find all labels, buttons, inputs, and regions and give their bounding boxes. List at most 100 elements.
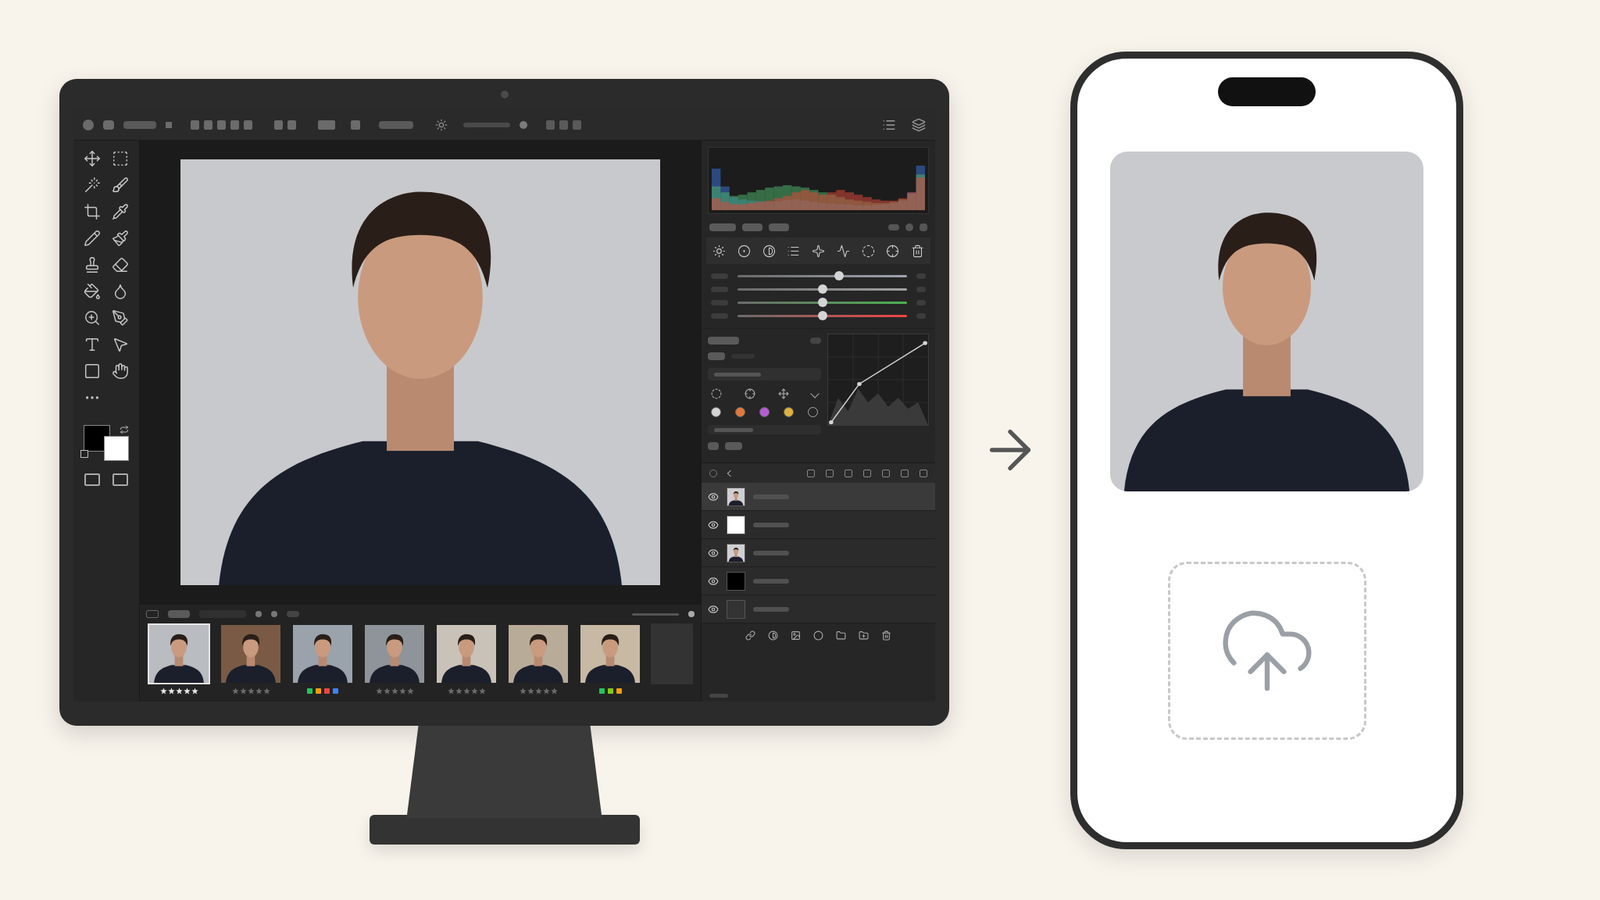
panel-option[interactable] (888, 224, 900, 231)
star-icon[interactable] (407, 687, 415, 695)
trash-icon[interactable] (881, 630, 892, 641)
star-icon[interactable] (519, 687, 527, 695)
layer-row[interactable] (701, 482, 936, 511)
visibility-icon[interactable] (707, 547, 719, 559)
link-icon[interactable] (745, 630, 756, 641)
color-swatch[interactable] (710, 407, 722, 418)
upload-dropzone[interactable] (1167, 561, 1367, 740)
mode-dropdown[interactable] (707, 425, 822, 435)
star-icon[interactable] (527, 687, 535, 695)
eyedropper-icon[interactable] (111, 203, 129, 221)
pen-icon[interactable] (111, 309, 129, 327)
zoom-tool-icon[interactable] (83, 309, 101, 327)
option[interactable] (707, 442, 719, 450)
marquee-icon[interactable] (111, 150, 129, 168)
background-swatch[interactable] (103, 435, 129, 461)
menu-dot[interactable] (82, 119, 94, 131)
color-label[interactable] (616, 688, 622, 694)
tool-option[interactable] (559, 120, 568, 130)
move-icon[interactable] (83, 150, 101, 168)
star-icon[interactable] (183, 687, 191, 695)
slider-track[interactable] (737, 275, 908, 278)
panel-tab[interactable] (768, 223, 790, 232)
hand-icon[interactable] (111, 362, 129, 380)
star-icon[interactable] (247, 687, 255, 695)
align-option[interactable] (287, 120, 297, 130)
opacity-slider[interactable] (463, 122, 511, 128)
layer-tool[interactable] (863, 469, 872, 478)
panel-option[interactable] (905, 223, 914, 232)
color-label[interactable] (332, 688, 339, 694)
slider-track[interactable] (737, 288, 908, 291)
select-icon[interactable] (111, 335, 129, 354)
visibility-icon[interactable] (707, 603, 719, 615)
film-thumbnail[interactable] (363, 623, 426, 695)
layer-row[interactable] (701, 567, 936, 596)
visibility-icon[interactable] (707, 575, 719, 587)
option[interactable] (725, 442, 743, 450)
style-icon[interactable] (767, 630, 779, 641)
star-rating[interactable] (519, 687, 558, 695)
slider-thumb[interactable] (817, 284, 828, 294)
star-icon[interactable] (391, 687, 399, 695)
film-thumbnail[interactable] (219, 623, 283, 695)
film-thumbnail[interactable] (435, 623, 498, 695)
slider-thumb[interactable] (817, 297, 828, 308)
star-rating[interactable] (375, 687, 415, 695)
layer-row[interactable] (701, 539, 936, 568)
align-option[interactable] (274, 120, 283, 130)
quick-mask-icon[interactable] (84, 473, 100, 486)
point-tool-icon[interactable] (710, 388, 722, 400)
crop-icon[interactable] (83, 203, 101, 221)
channel-dropdown[interactable] (707, 367, 822, 381)
slider-thumb[interactable] (817, 310, 828, 321)
zoom-thumb[interactable] (688, 610, 695, 618)
menu-item[interactable] (123, 121, 157, 129)
list-icon[interactable] (882, 117, 897, 133)
star-icon[interactable] (175, 687, 183, 695)
filter-dot[interactable] (255, 610, 262, 618)
cloud-upload-icon[interactable] (1217, 600, 1318, 701)
toggle[interactable] (810, 337, 822, 344)
eraser-icon[interactable] (111, 256, 129, 274)
brush-icon[interactable] (111, 176, 129, 194)
zoom-slider[interactable] (632, 613, 679, 616)
curves-graph[interactable] (827, 333, 929, 426)
tool-option[interactable] (546, 120, 555, 130)
grid-view-button[interactable] (146, 610, 159, 618)
paintbrush-icon[interactable] (111, 229, 129, 247)
preset-label[interactable] (707, 352, 725, 361)
star-rating[interactable] (447, 687, 486, 695)
exposure-icon[interactable] (737, 244, 751, 258)
star-icon[interactable] (478, 687, 486, 695)
star-icon[interactable] (535, 687, 543, 695)
tool-button[interactable] (350, 120, 361, 130)
mode-dropdown[interactable] (317, 120, 336, 130)
type-icon[interactable] (83, 335, 101, 354)
slider-track[interactable] (737, 301, 908, 304)
tool-option[interactable] (243, 120, 253, 130)
adjustment-icon[interactable] (813, 630, 824, 641)
layer-tool[interactable] (807, 469, 815, 478)
color-swatch[interactable] (759, 407, 770, 418)
layer-tool[interactable] (825, 469, 834, 478)
tool-option[interactable] (217, 120, 226, 130)
preset-field[interactable] (731, 353, 755, 359)
sun-icon[interactable] (435, 118, 448, 132)
tool-button[interactable] (103, 120, 115, 130)
slider-thumb[interactable] (519, 121, 528, 129)
star-icon[interactable] (471, 687, 479, 695)
chevron-icon[interactable] (810, 389, 819, 398)
color-label[interactable] (599, 688, 605, 694)
levels-icon[interactable] (786, 244, 800, 258)
star-icon[interactable] (239, 687, 247, 695)
star-icon[interactable] (232, 687, 240, 695)
star-icon[interactable] (455, 687, 463, 695)
slider-thumb[interactable] (834, 271, 844, 281)
color-label[interactable] (315, 688, 322, 694)
blur-icon[interactable] (111, 282, 129, 300)
paint-bucket-icon[interactable] (83, 282, 101, 300)
layer-filter[interactable] (709, 469, 718, 478)
star-icon[interactable] (399, 687, 407, 695)
color-labels[interactable] (307, 687, 339, 695)
